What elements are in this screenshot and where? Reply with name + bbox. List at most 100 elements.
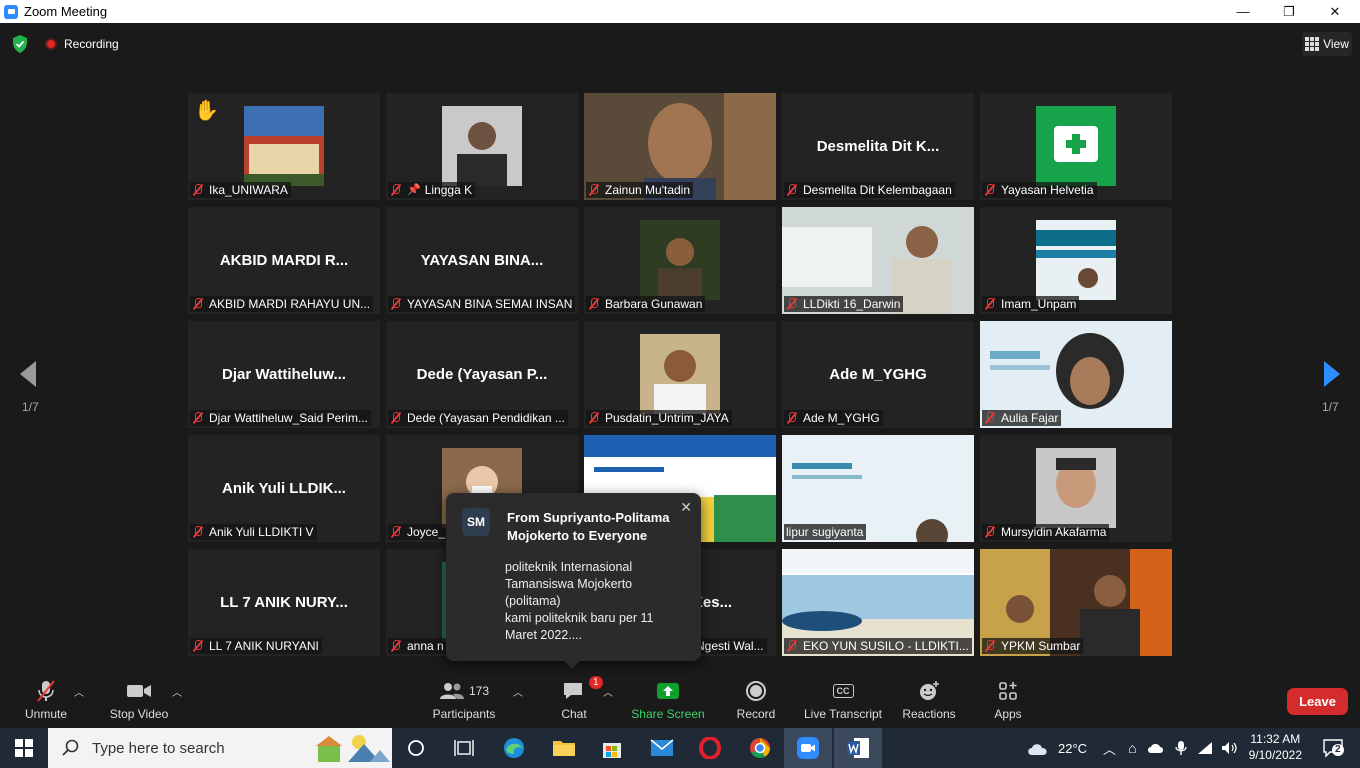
task-view-button[interactable] [440, 728, 488, 768]
participant-name-label: YAYASAN BINA SEMAI INSAN [388, 296, 576, 312]
participant-tile[interactable]: YPKM Sumbar [980, 549, 1172, 656]
participant-tile[interactable]: ✋ Ika_UNIWARA [188, 93, 380, 200]
video-options-chevron-icon[interactable]: ︿ [172, 684, 182, 699]
participant-name: lipur sugiyanta [786, 525, 864, 539]
stop-video-label: Stop Video [109, 707, 169, 721]
onedrive-cloud-icon[interactable] [1147, 742, 1165, 754]
participant-name: YAYASAN BINA SEMAI INSAN [407, 297, 573, 311]
participant-name: Pusdatin_Untrim_JAYA [605, 411, 729, 425]
participant-name: Djar Wattiheluw_Said Perim... [209, 411, 368, 425]
participant-tile[interactable]: Ade M_YGHG Ade M_YGHG [782, 321, 974, 428]
participant-tile[interactable]: Yayasan Helvetia [980, 93, 1172, 200]
volume-speaker-icon[interactable] [1221, 741, 1239, 755]
word-taskbar-button[interactable] [834, 728, 882, 768]
view-button[interactable]: View [1302, 32, 1352, 56]
participant-tile[interactable]: lipur sugiyanta [782, 435, 974, 542]
stop-video-button[interactable]: Stop Video [106, 676, 172, 728]
participant-name-label: Djar Wattiheluw_Said Perim... [190, 410, 371, 426]
taskbar-clock[interactable]: 11:32 AM 9/10/2022 [1249, 731, 1302, 763]
close-icon[interactable]: ✕ [680, 499, 692, 516]
unmute-button[interactable]: Unmute [16, 676, 76, 728]
chat-message: politeknik Internasional Tamansiswa Mojo… [505, 560, 654, 642]
participant-name-label: EKO YUN SUSILO - LLDIKTI... [784, 638, 972, 654]
mic-muted-icon [390, 412, 401, 424]
search-icon [62, 739, 79, 756]
chrome-browser-button[interactable] [736, 728, 784, 768]
windows-start-button[interactable] [0, 728, 48, 768]
participant-tile[interactable]: LL 7 ANIK NURY... LL 7 ANIK NURYANI [188, 549, 380, 656]
participant-name: Ade M_YGHG [803, 411, 880, 425]
apps-label: Apps [994, 707, 1022, 721]
share-screen-button[interactable]: Share Screen [630, 676, 706, 728]
participant-tile[interactable]: Djar Wattiheluw... Djar Wattiheluw_Said … [188, 321, 380, 428]
participant-tile[interactable]: YAYASAN BINA... YAYASAN BINA SEMAI INSAN [386, 207, 578, 314]
participant-name-label: LLDikti 16_Darwin [784, 296, 904, 312]
next-page-arrow-icon[interactable] [1322, 360, 1342, 388]
participant-display-name: Desmelita Dit K... [816, 138, 940, 155]
participant-tile[interactable]: Imam_Unpam [980, 207, 1172, 314]
meet-now-icon[interactable]: ⌂ [1128, 740, 1136, 756]
zoom-taskbar-button[interactable] [784, 728, 832, 768]
chat-button[interactable]: 1 Chat [548, 676, 603, 728]
notification-count: 2 [1332, 744, 1344, 756]
mic-muted-icon [786, 412, 797, 424]
participant-tile[interactable]: Zainun Mu'tadin [584, 93, 776, 200]
previous-page-arrow-icon[interactable] [18, 360, 38, 388]
participant-photo [640, 334, 720, 414]
chat-notification-popup[interactable]: SM From Supriyanto-Politama Mojokerto to… [446, 493, 701, 669]
microphone-icon[interactable] [1174, 740, 1187, 756]
participant-tile[interactable]: Aulia Fajar [980, 321, 1172, 428]
record-icon [746, 681, 766, 701]
participant-name-label: Zainun Mu'tadin [586, 182, 694, 198]
participant-name-label: Dede (Yayasan Pendidikan ... [388, 410, 568, 426]
participant-display-name: Dede (Yayasan P... [416, 366, 548, 383]
participant-tile[interactable]: EKO YUN SUSILO - LLDIKTI... [782, 549, 974, 656]
participant-tile[interactable]: Mursyidin Akafarma [980, 435, 1172, 542]
leave-meeting-button[interactable]: Leave [1287, 688, 1348, 715]
apps-button[interactable]: Apps [986, 676, 1030, 728]
participant-tile[interactable]: AKBID MARDI R... AKBID MARDI RAHAYU UN..… [188, 207, 380, 314]
reactions-button[interactable]: Reactions [900, 676, 958, 728]
participant-tile[interactable]: 📌 Lingga K [386, 93, 578, 200]
close-window-button[interactable]: ✕ [1312, 0, 1358, 23]
system-tray: 22°C ︿ ⌂ [1026, 728, 1239, 768]
microsoft-store-button[interactable] [588, 728, 636, 768]
participant-logo [1036, 106, 1116, 186]
wifi-icon[interactable] [1197, 741, 1213, 755]
participant-name: Ika_UNIWARA [209, 183, 288, 197]
mail-envelope-icon [650, 739, 674, 756]
participant-tile[interactable]: Barbara Gunawan [584, 207, 776, 314]
participant-tile[interactable]: Anik Yuli LLDIK... Anik Yuli LLDIKTI V [188, 435, 380, 542]
live-transcript-button[interactable]: CC Live Transcript [802, 676, 884, 728]
weather-temperature[interactable]: 22°C [1058, 741, 1087, 756]
mail-button[interactable] [638, 728, 686, 768]
pin-icon: 📌 [407, 184, 421, 196]
audio-options-chevron-icon[interactable]: ︿ [74, 684, 84, 699]
sender-avatar: SM [462, 508, 490, 536]
recording-indicator[interactable]: Recording [45, 37, 119, 51]
participant-name: EKO YUN SUSILO - LLDIKTI... [803, 639, 969, 653]
taskbar-search-box[interactable]: Type here to search [48, 728, 392, 768]
notification-center-button[interactable]: 2 [1322, 738, 1346, 758]
participant-tile[interactable]: Pusdatin_Untrim_JAYA [584, 321, 776, 428]
record-button[interactable]: Record [734, 676, 778, 728]
windows-taskbar: Type here to search 22°C ︿ ⌂ 11:32 AM 9/… [0, 728, 1360, 768]
participants-button[interactable]: 173 Participants [430, 676, 498, 728]
chat-options-chevron-icon[interactable]: ︿ [603, 684, 613, 699]
tray-chevron-up-icon[interactable]: ︿ [1103, 739, 1116, 758]
opera-browser-button[interactable] [686, 728, 734, 768]
participant-name-label: Joyce_ [388, 524, 449, 540]
encryption-shield-icon[interactable] [12, 35, 28, 53]
file-explorer-button[interactable] [540, 728, 588, 768]
minimize-button[interactable]: — [1220, 0, 1266, 23]
cortana-button[interactable] [392, 728, 440, 768]
weather-cloud-icon[interactable] [1026, 740, 1050, 756]
participant-name-label: Desmelita Dit Kelembagaan [784, 182, 955, 198]
participant-tile[interactable]: Desmelita Dit K... Desmelita Dit Kelemba… [782, 93, 974, 200]
share-screen-label: Share Screen [631, 707, 705, 721]
participant-tile[interactable]: Dede (Yayasan P... Dede (Yayasan Pendidi… [386, 321, 578, 428]
participant-tile[interactable]: LLDikti 16_Darwin [782, 207, 974, 314]
edge-browser-button[interactable] [490, 728, 538, 768]
maximize-button[interactable]: ❐ [1266, 0, 1312, 23]
participants-options-chevron-icon[interactable]: ︿ [513, 684, 523, 699]
